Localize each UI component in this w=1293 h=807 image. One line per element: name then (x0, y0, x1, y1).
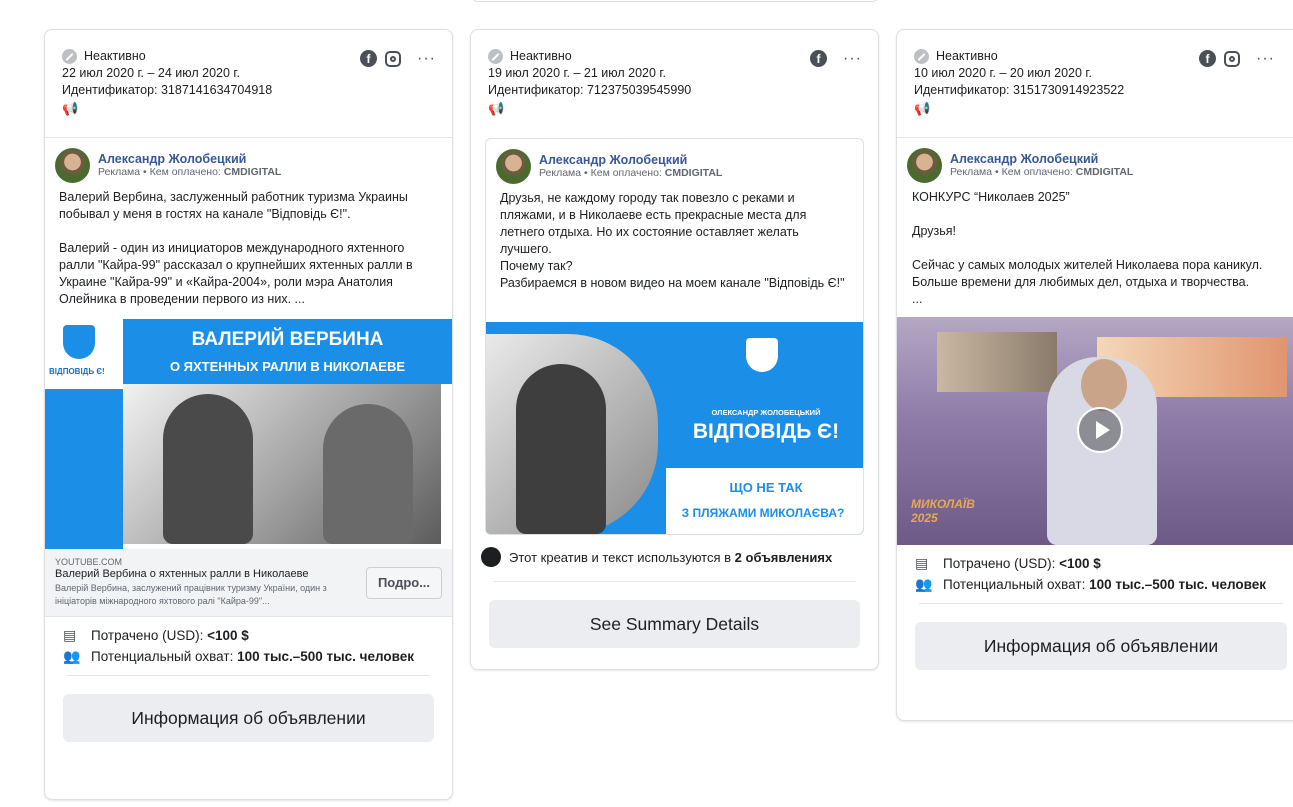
megaphone-icon: 📢 (914, 101, 931, 116)
inactive-icon (914, 49, 929, 64)
banner-line-1: ЩО НЕ ТАК (729, 480, 803, 495)
ad-author-row: Александр Жолобецкий Реклама • Кем оплач… (897, 138, 1293, 189)
play-icon[interactable] (1077, 407, 1123, 453)
date-range: 19 июл 2020 г. – 21 июл 2020 г. (488, 66, 666, 80)
ad-card-3: Неактивно 10 июл 2020 г. – 20 июл 2020 г… (896, 29, 1293, 721)
sponsor-line: Реклама • Кем оплачено: CMDIGITAL (950, 166, 1134, 178)
ad-image[interactable]: ОЛЕКСАНДР ЖОЛОБЕЦЬКИЙ ВІДПОВІДЬ Є! ЩО НЕ… (486, 322, 863, 534)
divider (493, 581, 856, 582)
reach-value: 100 тыс.–500 тыс. человек (1089, 577, 1267, 592)
ad-id: Идентификатор: 712375039545990 (488, 83, 692, 97)
reach-row: 👥 Потенциальный охват: 100 тыс.–500 тыс.… (915, 576, 1267, 592)
divider (919, 603, 1283, 604)
banner-title: ВАЛЕРИЙ ВЕРБИНА (191, 329, 384, 350)
megaphone-icon: 📢 (488, 101, 505, 116)
card-header: Неактивно 19 июл 2020 г. – 21 июл 2020 г… (471, 30, 878, 138)
ad-id: Идентификатор: 3151730914923522 (914, 83, 1125, 97)
card-header: Неактивно 10 июл 2020 г. – 20 июл 2020 г… (897, 30, 1293, 138)
sponsor-line: Реклама • Кем оплачено: CMDIGITAL (98, 166, 282, 178)
people-icon: 👥 (63, 648, 81, 664)
photo-placeholder (486, 334, 658, 534)
banner-line-2: З ПЛЯЖАМИ МИКОЛАЄВА? (681, 506, 845, 520)
platform-icons: f ··· (1199, 50, 1275, 67)
status-row: Неактивно (488, 48, 861, 65)
banner-logo-text: ВІДПОВІДЬ Є! (49, 367, 105, 376)
facebook-icon: f (360, 50, 378, 67)
more-icon[interactable]: ··· (843, 50, 862, 67)
ad-info-button[interactable]: Информация об объявлении (915, 622, 1287, 670)
creative-icon (481, 547, 501, 567)
ad-preview-box: Александр Жолобецкий Реклама • Кем оплач… (485, 138, 864, 535)
status-text: Неактивно (510, 49, 572, 63)
ad-text: КОНКУРС “Николаев 2025” Друзья! Сейчас у… (912, 190, 1263, 306)
instagram-icon (1224, 50, 1241, 67)
ad-card-2: Неактивно 19 июл 2020 г. – 21 июл 2020 г… (470, 29, 879, 670)
reach-row: 👥 Потенциальный охват: 100 тыс.–500 тыс.… (63, 648, 415, 664)
megaphone-icon: 📢 (62, 101, 79, 116)
shield-logo (63, 325, 95, 359)
ad-video[interactable]: МИКОЛАЇВ 2025 (897, 317, 1293, 545)
wallet-icon: ▤ (63, 627, 77, 643)
more-icon[interactable]: ··· (1256, 50, 1275, 67)
platform-icons: f ··· (810, 50, 862, 67)
inactive-icon (488, 49, 503, 64)
ad-image[interactable]: ВІДПОВІДЬ Є! ВАЛЕРИЙ ВЕРБИНА О ЯХТЕННЫХ … (45, 319, 452, 549)
reach-value: 100 тыс.–500 тыс. человек (237, 649, 415, 664)
facebook-icon: f (1199, 50, 1217, 67)
more-icon[interactable]: ··· (417, 50, 436, 67)
creative-count: 2 объявлениях (734, 549, 833, 565)
platform-icons: f ··· (360, 50, 436, 67)
instagram-icon (385, 50, 402, 67)
spent-value: <100 $ (207, 628, 249, 643)
ad-text: Друзья, не каждому городу так повезло с … (500, 191, 845, 290)
spent-row: ▤ Потрачено (USD): <100 $ (63, 627, 249, 643)
summary-details-button[interactable]: See Summary Details (489, 600, 860, 648)
banner-logo: ВІДПОВІДЬ Є! (692, 420, 840, 443)
photo-placeholder (123, 384, 441, 544)
status-text: Неактивно (84, 49, 146, 63)
author-name[interactable]: Александр Жолобецкий (98, 152, 281, 166)
date-range: 10 июл 2020 г. – 20 июл 2020 г. (914, 66, 1092, 80)
status-text: Неактивно (936, 49, 998, 63)
ad-author-row: Александр Жолобецкий Реклама • Кем оплач… (486, 139, 863, 190)
banner-subtitle: О ЯХТЕННЫХ РАЛЛИ В НИКОЛАЕВЕ (169, 359, 406, 374)
banner-small-text: ОЛЕКСАНДР ЖОЛОБЕЦЬКИЙ (711, 408, 821, 417)
learn-more-button[interactable]: Подро... (366, 566, 442, 599)
ad-id: Идентификатор: 3187141634704918 (62, 83, 273, 97)
inactive-icon (62, 49, 77, 64)
author-name[interactable]: Александр Жолобецкий (539, 153, 722, 167)
divider (67, 675, 430, 676)
avatar[interactable] (496, 149, 531, 184)
previous-card-bottom (470, 0, 880, 2)
date-range: 22 июл 2020 г. – 24 июл 2020 г. (62, 66, 240, 80)
spent-value: <100 $ (1059, 556, 1101, 571)
card-header: Неактивно 22 июл 2020 г. – 24 июл 2020 г… (45, 30, 452, 138)
link-description: Валерій Вербина, заслужений працівник ту… (55, 583, 327, 606)
ad-stats: ▤ Потрачено (USD): <100 $ 👥 Потенциальны… (897, 545, 1293, 593)
ad-stats: ▤ Потрачено (USD): <100 $ 👥 Потенциальны… (45, 617, 452, 665)
video-logo: МИКОЛАЇВ 2025 (911, 497, 975, 525)
people-icon: 👥 (915, 576, 933, 592)
creative-note: Этот креатив и текст используются в 2 об… (471, 535, 878, 567)
ad-info-button[interactable]: Информация об объявлении (63, 694, 434, 742)
spent-row: ▤ Потрачено (USD): <100 $ (915, 555, 1101, 571)
link-title: Валерий Вербина о яхтенных ралли в Никол… (55, 568, 309, 580)
ad-card-1: Неактивно 22 июл 2020 г. – 24 июл 2020 г… (44, 29, 453, 800)
wallet-icon: ▤ (915, 555, 929, 571)
ad-author-row: Александр Жолобецкий Реклама • Кем оплач… (45, 138, 452, 189)
shield-logo (746, 338, 778, 372)
facebook-icon: f (810, 50, 828, 67)
avatar[interactable] (907, 148, 942, 183)
link-preview[interactable]: YOUTUBE.COM Валерий Вербина о яхтенных р… (45, 549, 452, 617)
author-name[interactable]: Александр Жолобецкий (950, 152, 1133, 166)
ad-text: Валерий Вербина, заслуженный работник ту… (59, 190, 413, 306)
avatar[interactable] (55, 148, 90, 183)
sponsor-line: Реклама • Кем оплачено: CMDIGITAL (539, 167, 723, 179)
link-domain: YOUTUBE.COM (55, 557, 123, 567)
